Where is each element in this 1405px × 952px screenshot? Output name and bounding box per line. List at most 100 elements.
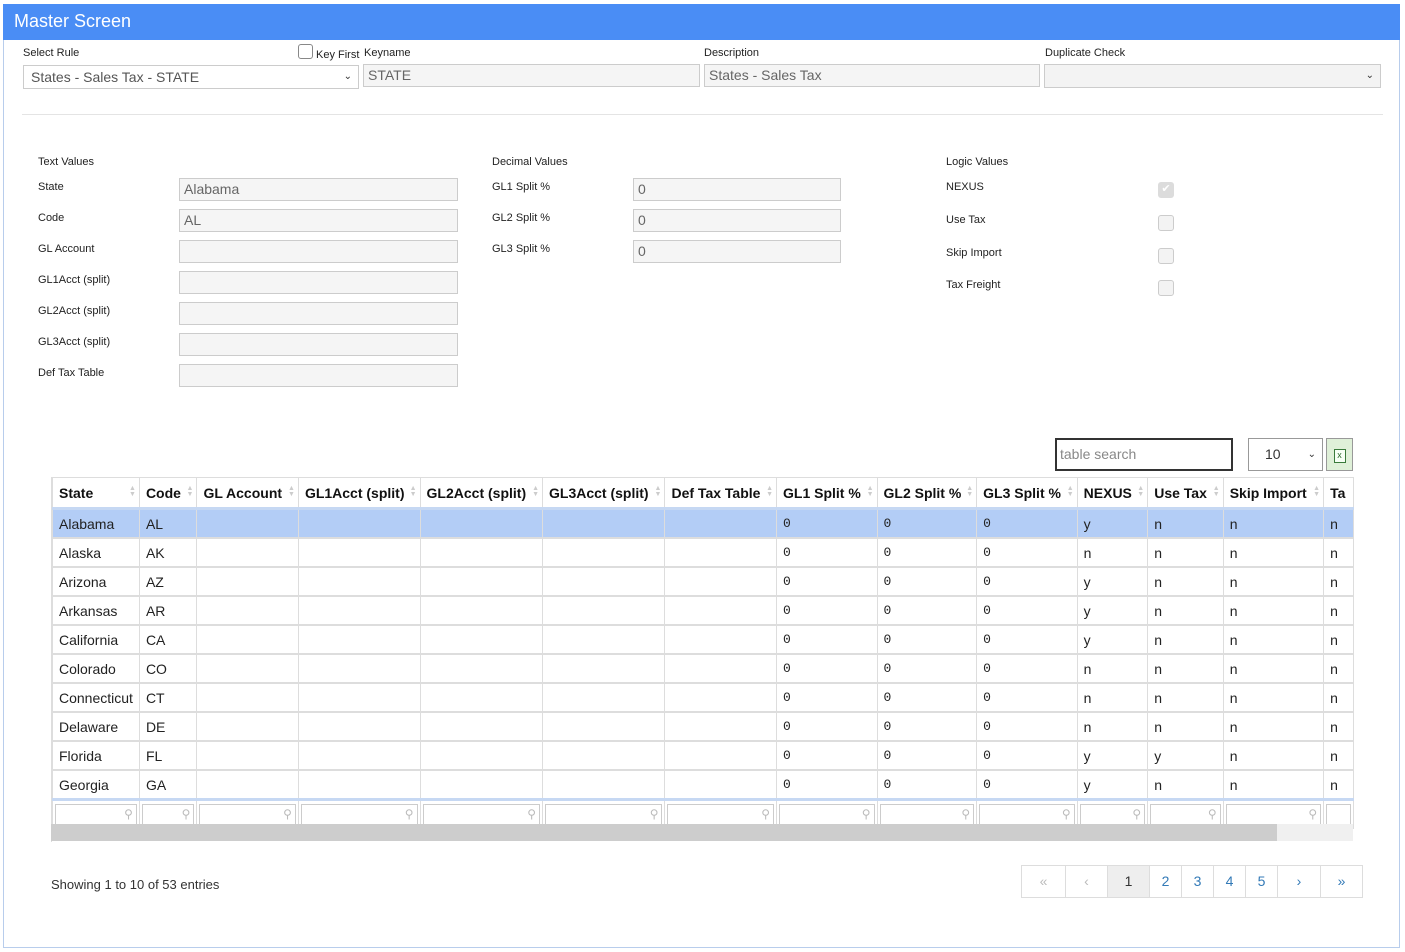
data-table: State ▲ ▼ Code ▲ ▼ GL Account ▲ ▼ GL1Acct (split)… [52,477,1354,829]
table-cell: y [1076,624,1149,655]
nexus-checkbox[interactable]: ✔ [1158,182,1174,198]
excel-export-icon: x [1333,449,1346,463]
column-filter-input[interactable]: ⚲ [55,804,137,826]
scrollbar-thumb[interactable] [51,824,1277,841]
table-cell [542,624,666,655]
table-row[interactable]: Arkansas AR 0 0 0 y n n n [52,595,1354,626]
column-filter-input[interactable]: ⚲ [979,804,1075,826]
column-filter-input[interactable]: ⚲ [667,804,775,826]
first-page-button[interactable]: « [1022,866,1065,897]
gl3acct-field[interactable] [179,333,458,356]
page-button[interactable]: 3 [1181,866,1213,897]
page-button[interactable]: 2 [1149,866,1181,897]
page-button[interactable]: 1 [1107,866,1149,897]
table-cell: 0 [876,682,978,713]
column-header[interactable]: Use Tax ▲ ▼ [1147,477,1224,510]
column-filter-input[interactable]: ⚲ [300,804,418,826]
skip-import-checkbox[interactable] [1158,248,1174,264]
table-row[interactable]: Georgia GA 0 0 0 y n n n [52,769,1354,801]
column-header[interactable]: GL Account ▲ ▼ [196,477,299,510]
table-cell [297,537,421,568]
table-row[interactable]: Florida FL 0 0 0 y y n n [52,740,1354,771]
column-filter-input[interactable]: ⚲ [879,804,975,826]
column-header[interactable]: GL3 Split % ▲ ▼ [976,477,1078,510]
gl-account-field[interactable] [179,240,458,263]
sort-icon: ▲ ▼ [1212,485,1220,498]
table-row[interactable]: Connecticut CT 0 0 0 n n n n [52,682,1354,713]
keyname-field[interactable]: STATE [363,64,700,87]
excel-export-button[interactable]: x [1326,438,1353,471]
duplicate-check-dropdown[interactable]: ⌄ [1044,64,1381,88]
gl1acct-field[interactable] [179,271,458,294]
column-header[interactable]: GL1 Split % ▲ ▼ [776,477,878,510]
table-search-input[interactable]: table search [1055,438,1233,471]
table-cell: y [1076,595,1149,626]
def-tax-table-field[interactable] [179,364,458,387]
code-field[interactable]: AL [179,209,458,232]
table-cell: AR [138,595,198,626]
next-page-button[interactable]: › [1277,866,1320,897]
table-cell [542,769,666,801]
table-cell: Alaska [52,537,140,568]
column-filter-input[interactable]: ⚲ [779,804,875,826]
table-cell: n [1323,508,1354,539]
table-cell: 0 [776,595,878,626]
page-length-select[interactable]: 10 ⌄ [1248,438,1323,471]
select-rule-dropdown[interactable]: States - Sales Tax - STATE ⌄ [23,65,359,89]
table-row[interactable]: Alabama AL 0 0 0 y n n n [52,508,1354,539]
column-header[interactable]: GL3Acct (split) ▲ ▼ [542,477,666,510]
table-cell: n [1147,508,1224,539]
table-cell: n [1147,595,1224,626]
last-page-button[interactable]: » [1320,866,1362,897]
table-row[interactable]: Delaware DE 0 0 0 n n n n [52,711,1354,742]
column-header[interactable]: Ta [1323,477,1354,510]
column-filter-input[interactable]: ⚲ [1150,804,1221,826]
column-header[interactable]: State ▲ ▼ [52,477,140,510]
column-filter-input[interactable]: ⚲ [141,804,195,826]
table-row[interactable]: California CA 0 0 0 y n n n [52,624,1354,655]
page-button[interactable]: 4 [1213,866,1245,897]
prev-page-button[interactable]: ‹ [1065,866,1107,897]
table-cell [542,566,666,597]
gl2-split-field[interactable]: 0 [633,209,841,232]
table-cell: CO [138,653,198,684]
column-filter-input[interactable]: ⚲ [1079,804,1146,826]
column-header[interactable]: Def Tax Table ▲ ▼ [664,477,778,510]
horizontal-scrollbar[interactable] [51,824,1353,841]
column-header[interactable]: GL2Acct (split) ▲ ▼ [419,477,544,510]
key-first-checkbox[interactable] [298,44,313,59]
use-tax-checkbox[interactable] [1158,215,1174,231]
column-header[interactable]: Skip Import ▲ ▼ [1222,477,1325,510]
page-button[interactable]: 5 [1245,866,1277,897]
gl3-split-field[interactable]: 0 [633,240,841,263]
table-row[interactable]: Colorado CO 0 0 0 n n n n [52,653,1354,684]
column-filter-input[interactable]: ⚲ [1225,804,1322,826]
column-filter-input[interactable]: ⚲ [545,804,663,826]
column-filter-input[interactable]: ⚲ [422,804,541,826]
table-cell [297,595,421,626]
description-field[interactable]: States - Sales Tax [704,64,1040,87]
table-cell [664,595,778,626]
table-row[interactable]: Arizona AZ 0 0 0 y n n n [52,566,1354,597]
column-header[interactable]: GL1Acct (split) ▲ ▼ [297,477,421,510]
column-filter-input[interactable] [1326,804,1351,826]
column-header-label: State [59,484,94,501]
column-filter-input[interactable]: ⚲ [199,804,296,826]
table-cell [419,711,544,742]
table-cell: 0 [876,740,978,771]
column-header[interactable]: Code ▲ ▼ [138,477,198,510]
column-header[interactable]: GL2 Split % ▲ ▼ [876,477,978,510]
search-icon: ⚲ [649,807,659,821]
sort-icon: ▲ ▼ [654,485,662,498]
state-field[interactable]: Alabama [179,178,458,201]
gl2acct-field[interactable] [179,302,458,325]
search-icon: ⚲ [1132,807,1142,821]
table-cell: 0 [976,624,1078,655]
gl1-split-field[interactable]: 0 [633,178,841,201]
table-cell [196,508,299,539]
table-row[interactable]: Alaska AK 0 0 0 n n n n [52,537,1354,568]
column-header[interactable]: NEXUS ▲ ▼ [1076,477,1149,510]
column-header-label: GL1Acct (split) [304,484,405,501]
tax-freight-checkbox[interactable] [1158,280,1174,296]
text-values-heading: Text Values [38,156,95,168]
